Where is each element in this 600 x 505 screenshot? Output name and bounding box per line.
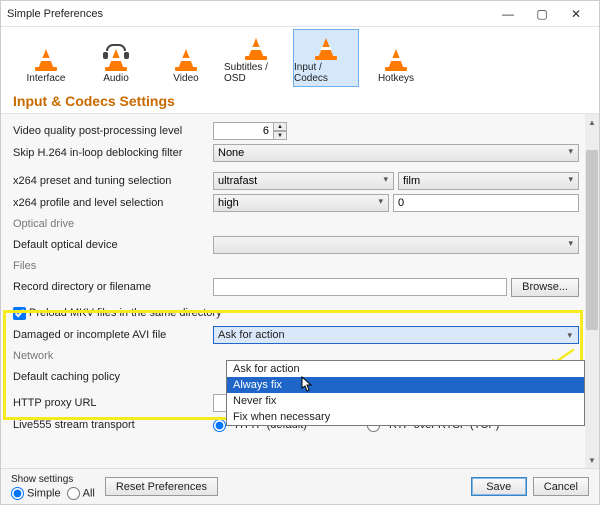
group-files: Files [13, 256, 579, 276]
preload-mkv-checkbox[interactable] [13, 307, 26, 320]
maximize-icon[interactable]: ▢ [525, 5, 559, 23]
preferences-window: Simple Preferences — ▢ ✕ Interface Audio… [0, 0, 600, 505]
tab-input-codecs[interactable]: Input / Codecs [293, 29, 359, 87]
skip-h264-label: Skip H.264 in-loop deblocking filter [13, 147, 213, 159]
window-title: Simple Preferences [7, 8, 491, 20]
skip-h264-select[interactable]: None [213, 144, 579, 162]
video-quality-input[interactable] [213, 122, 273, 140]
default-optical-label: Default optical device [13, 239, 213, 251]
x264-profile-label: x264 profile and level selection [13, 197, 213, 209]
save-button[interactable]: Save [471, 477, 527, 496]
avi-option[interactable]: Ask for action [227, 361, 584, 377]
scroll-thumb[interactable] [586, 150, 598, 330]
browse-button[interactable]: Browse... [511, 278, 579, 297]
x264-level-input[interactable] [393, 194, 579, 212]
avi-select-popup: Ask for action Always fix Never fix Fix … [226, 360, 585, 426]
x264-preset-label: x264 preset and tuning selection [13, 175, 213, 187]
avi-select[interactable]: Ask for action [213, 326, 579, 344]
cone-headphones-icon [105, 47, 127, 71]
tab-subtitles[interactable]: Subtitles / OSD [223, 29, 289, 87]
avi-option[interactable]: Always fix [227, 377, 584, 393]
scroll-up-icon[interactable]: ▲ [586, 116, 598, 128]
show-all-radio[interactable]: All [67, 487, 95, 500]
group-optical: Optical drive [13, 214, 579, 234]
settings-panel: Video quality post-processing level ▲▼ S… [1, 114, 585, 468]
preload-mkv-checkbox-row[interactable]: Preload MKV files in the same directory [13, 307, 222, 320]
record-input[interactable] [213, 278, 507, 296]
default-optical-select[interactable] [213, 236, 579, 254]
avi-label: Damaged or incomplete AVI file [13, 329, 213, 341]
http-proxy-label: HTTP proxy URL [13, 397, 213, 409]
tab-audio[interactable]: Audio [83, 29, 149, 87]
tab-hotkeys[interactable]: Hotkeys [363, 29, 429, 87]
live555-label: Live555 stream transport [13, 419, 213, 431]
scrollbar[interactable]: ▲ ▼ [585, 114, 599, 468]
tab-interface[interactable]: Interface [13, 29, 79, 87]
stepper-up-icon[interactable]: ▲ [273, 122, 287, 131]
cone-icon [245, 36, 267, 60]
content-wrap: Video quality post-processing level ▲▼ S… [1, 114, 599, 468]
avi-option[interactable]: Never fix [227, 393, 584, 409]
x264-profile-select[interactable]: high [213, 194, 389, 212]
cone-icon [385, 47, 407, 71]
tab-video[interactable]: Video [153, 29, 219, 87]
cancel-button[interactable]: Cancel [533, 477, 589, 496]
show-simple-radio[interactable]: Simple [11, 487, 61, 500]
category-toolbar: Interface Audio Video Subtitles / OSD In… [1, 27, 599, 87]
cone-icon [35, 47, 57, 71]
close-icon[interactable]: ✕ [559, 5, 593, 23]
x264-preset-select[interactable]: ultrafast [213, 172, 394, 190]
preload-mkv-label: Preload MKV files in the same directory [29, 307, 222, 319]
caching-label: Default caching policy [13, 371, 213, 383]
footer: Show settings Simple All Reset Preferenc… [1, 468, 599, 504]
minimize-icon[interactable]: — [491, 5, 525, 23]
page-title: Input & Codecs Settings [1, 87, 599, 114]
avi-option[interactable]: Fix when necessary [227, 409, 584, 425]
titlebar: Simple Preferences — ▢ ✕ [1, 1, 599, 27]
record-label: Record directory or filename [13, 281, 213, 293]
cone-icon [175, 47, 197, 71]
video-quality-label: Video quality post-processing level [13, 125, 213, 137]
show-settings-label: Show settings [11, 474, 95, 485]
cone-icon [315, 36, 337, 60]
reset-button[interactable]: Reset Preferences [105, 477, 218, 496]
video-quality-stepper[interactable]: ▲▼ [213, 122, 287, 140]
scroll-track[interactable] [586, 130, 598, 452]
cursor-icon [301, 376, 313, 392]
scroll-down-icon[interactable]: ▼ [586, 454, 598, 466]
stepper-down-icon[interactable]: ▼ [273, 131, 287, 140]
x264-tune-select[interactable]: film [398, 172, 579, 190]
